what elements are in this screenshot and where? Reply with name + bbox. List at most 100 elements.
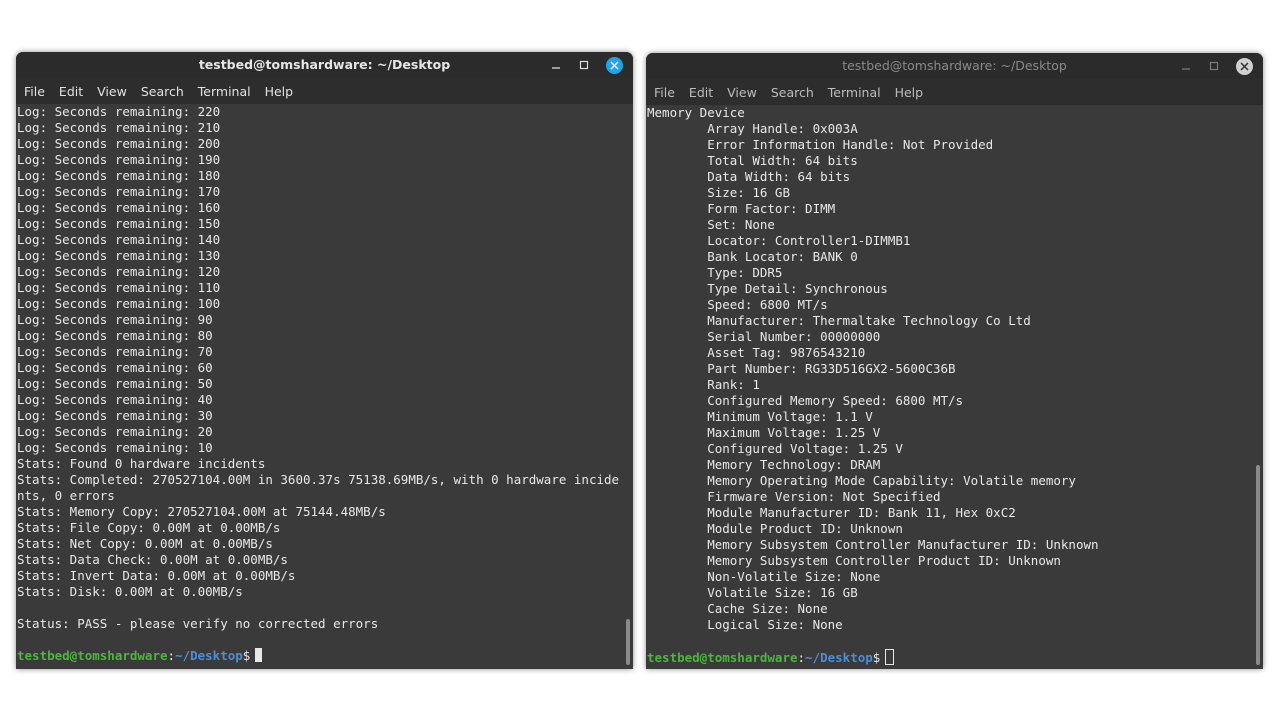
output-line: Stats: Memory Copy: 270527104.00M at 751… (17, 504, 386, 519)
minimize-button[interactable] (1179, 53, 1193, 79)
output-line: Log: Seconds remaining: 70 (17, 344, 213, 359)
text-cursor (255, 648, 263, 662)
menu-file[interactable]: File (654, 85, 675, 100)
menu-bar: File Edit View Search Terminal Help (646, 79, 1263, 105)
output-line: Part Number: RG33D516GX2-5600C36B (647, 361, 956, 376)
text-cursor (885, 649, 895, 665)
prompt-path: ~/Desktop (175, 648, 243, 663)
menu-help[interactable]: Help (265, 84, 294, 99)
output-line: Log: Seconds remaining: 200 (17, 136, 221, 151)
output-line: Cache Size: None (647, 601, 828, 616)
prompt-user: testbed@tomshardware (647, 650, 798, 665)
menu-search[interactable]: Search (771, 85, 814, 100)
maximize-icon (1209, 61, 1219, 71)
maximize-button[interactable] (1207, 53, 1221, 79)
output-line: Status: PASS - please verify no correcte… (17, 616, 379, 631)
prompt-path: ~/Desktop (805, 650, 873, 665)
terminal-output[interactable]: Log: Seconds remaining: 220 Log: Seconds … (16, 104, 633, 669)
prompt-separator: : (167, 648, 176, 663)
output-line: Volatile Size: 16 GB (647, 585, 858, 600)
output-line: Type: DDR5 (647, 265, 783, 280)
output-line: Memory Subsystem Controller Manufacturer… (647, 537, 1099, 552)
output-line: Module Manufacturer ID: Bank 11, Hex 0xC… (647, 505, 1016, 520)
menu-search[interactable]: Search (141, 84, 184, 99)
output-line: Log: Seconds remaining: 40 (17, 392, 213, 407)
menu-help[interactable]: Help (895, 85, 924, 100)
output-line: Log: Seconds remaining: 180 (17, 168, 221, 183)
menu-bar: File Edit View Search Terminal Help (16, 78, 633, 104)
menu-file[interactable]: File (24, 84, 45, 99)
scrollbar[interactable] (626, 619, 630, 665)
output-line: Log: Seconds remaining: 190 (17, 152, 221, 167)
output-line: nts, 0 errors (17, 488, 115, 503)
output-line: Log: Seconds remaining: 120 (17, 264, 221, 279)
menu-view[interactable]: View (97, 84, 127, 99)
output-line: Size: 16 GB (647, 185, 790, 200)
output-lines: Memory Device Array Handle: 0x003A Error… (647, 105, 1263, 649)
output-lines: Log: Seconds remaining: 220 Log: Seconds … (17, 104, 633, 648)
output-line: Memory Device (647, 105, 745, 120)
close-button[interactable] (1235, 53, 1253, 79)
output-line: Log: Seconds remaining: 10 (17, 440, 213, 455)
output-line: Log: Seconds remaining: 150 (17, 216, 221, 231)
close-button[interactable] (605, 52, 623, 78)
output-line: Asset Tag: 9876543210 (647, 345, 866, 360)
output-line: Error Information Handle: Not Provided (647, 137, 994, 152)
menu-edit[interactable]: Edit (689, 85, 713, 100)
output-line: Stats: Data Check: 0.00M at 0.00MB/s (17, 552, 288, 567)
output-line: Array Handle: 0x003A (647, 121, 858, 136)
output-line: Stats: File Copy: 0.00M at 0.00MB/s (17, 520, 281, 535)
output-line: Log: Seconds remaining: 90 (17, 312, 213, 327)
output-line: Stats: Disk: 0.00M at 0.00MB/s (17, 584, 243, 599)
output-line: Log: Seconds remaining: 170 (17, 184, 221, 199)
close-icon (1240, 62, 1248, 70)
output-line: Log: Seconds remaining: 210 (17, 120, 221, 135)
output-line: Log: Seconds remaining: 140 (17, 232, 221, 247)
scrollbar[interactable] (1256, 465, 1260, 665)
output-line: Total Width: 64 bits (647, 153, 858, 168)
output-line: Configured Voltage: 1.25 V (647, 441, 903, 456)
output-line: Log: Seconds remaining: 130 (17, 248, 221, 263)
terminal-output[interactable]: Memory Device Array Handle: 0x003A Error… (646, 105, 1263, 669)
output-line: Manufacturer: Thermaltake Technology Co … (647, 313, 1031, 328)
output-line: Rank: 1 (647, 377, 760, 392)
output-line: Memory Technology: DRAM (647, 457, 881, 472)
output-line: Type Detail: Synchronous (647, 281, 888, 296)
output-line: Log: Seconds remaining: 220 (17, 104, 221, 119)
title-bar[interactable]: testbed@tomshardware: ~/Desktop (16, 52, 633, 78)
prompt-line: testbed@tomshardware:~/Desktop$ (17, 648, 633, 664)
output-line: Log: Seconds remaining: 160 (17, 200, 221, 215)
maximize-icon (579, 60, 589, 70)
terminal-window-right[interactable]: testbed@tomshardware: ~/Desktop File Edi… (646, 53, 1263, 669)
output-line: Stats: Invert Data: 0.00M at 0.00MB/s (17, 568, 296, 583)
output-line: Non-Volatile Size: None (647, 569, 881, 584)
output-line: Log: Seconds remaining: 50 (17, 376, 213, 391)
output-line: Maximum Voltage: 1.25 V (647, 425, 881, 440)
prompt-symbol: $ (872, 650, 881, 665)
output-line: Form Factor: DIMM (647, 201, 836, 216)
maximize-button[interactable] (577, 52, 591, 78)
menu-edit[interactable]: Edit (59, 84, 83, 99)
output-line: Module Product ID: Unknown (647, 521, 903, 536)
output-line: Log: Seconds remaining: 100 (17, 296, 221, 311)
output-line: Firmware Version: Not Specified (647, 489, 941, 504)
output-line: Stats: Net Copy: 0.00M at 0.00MB/s (17, 536, 273, 551)
output-line: Memory Operating Mode Capability: Volati… (647, 473, 1076, 488)
output-line: Serial Number: 00000000 (647, 329, 881, 344)
prompt-user: testbed@tomshardware (17, 648, 168, 663)
title-bar[interactable]: testbed@tomshardware: ~/Desktop (646, 53, 1263, 79)
menu-terminal[interactable]: Terminal (828, 85, 881, 100)
terminal-window-left[interactable]: testbed@tomshardware: ~/Desktop File Edi… (16, 52, 633, 669)
menu-view[interactable]: View (727, 85, 757, 100)
menu-terminal[interactable]: Terminal (198, 84, 251, 99)
prompt-symbol: $ (242, 648, 251, 663)
minimize-button[interactable] (549, 52, 563, 78)
close-button-bg (605, 56, 623, 74)
prompt-line: testbed@tomshardware:~/Desktop$ (647, 649, 1263, 665)
prompt-separator: : (797, 650, 806, 665)
output-line: Minimum Voltage: 1.1 V (647, 409, 873, 424)
output-line: Locator: Controller1-DIMMB1 (647, 233, 911, 248)
window-title: testbed@tomshardware: ~/Desktop (842, 58, 1067, 73)
